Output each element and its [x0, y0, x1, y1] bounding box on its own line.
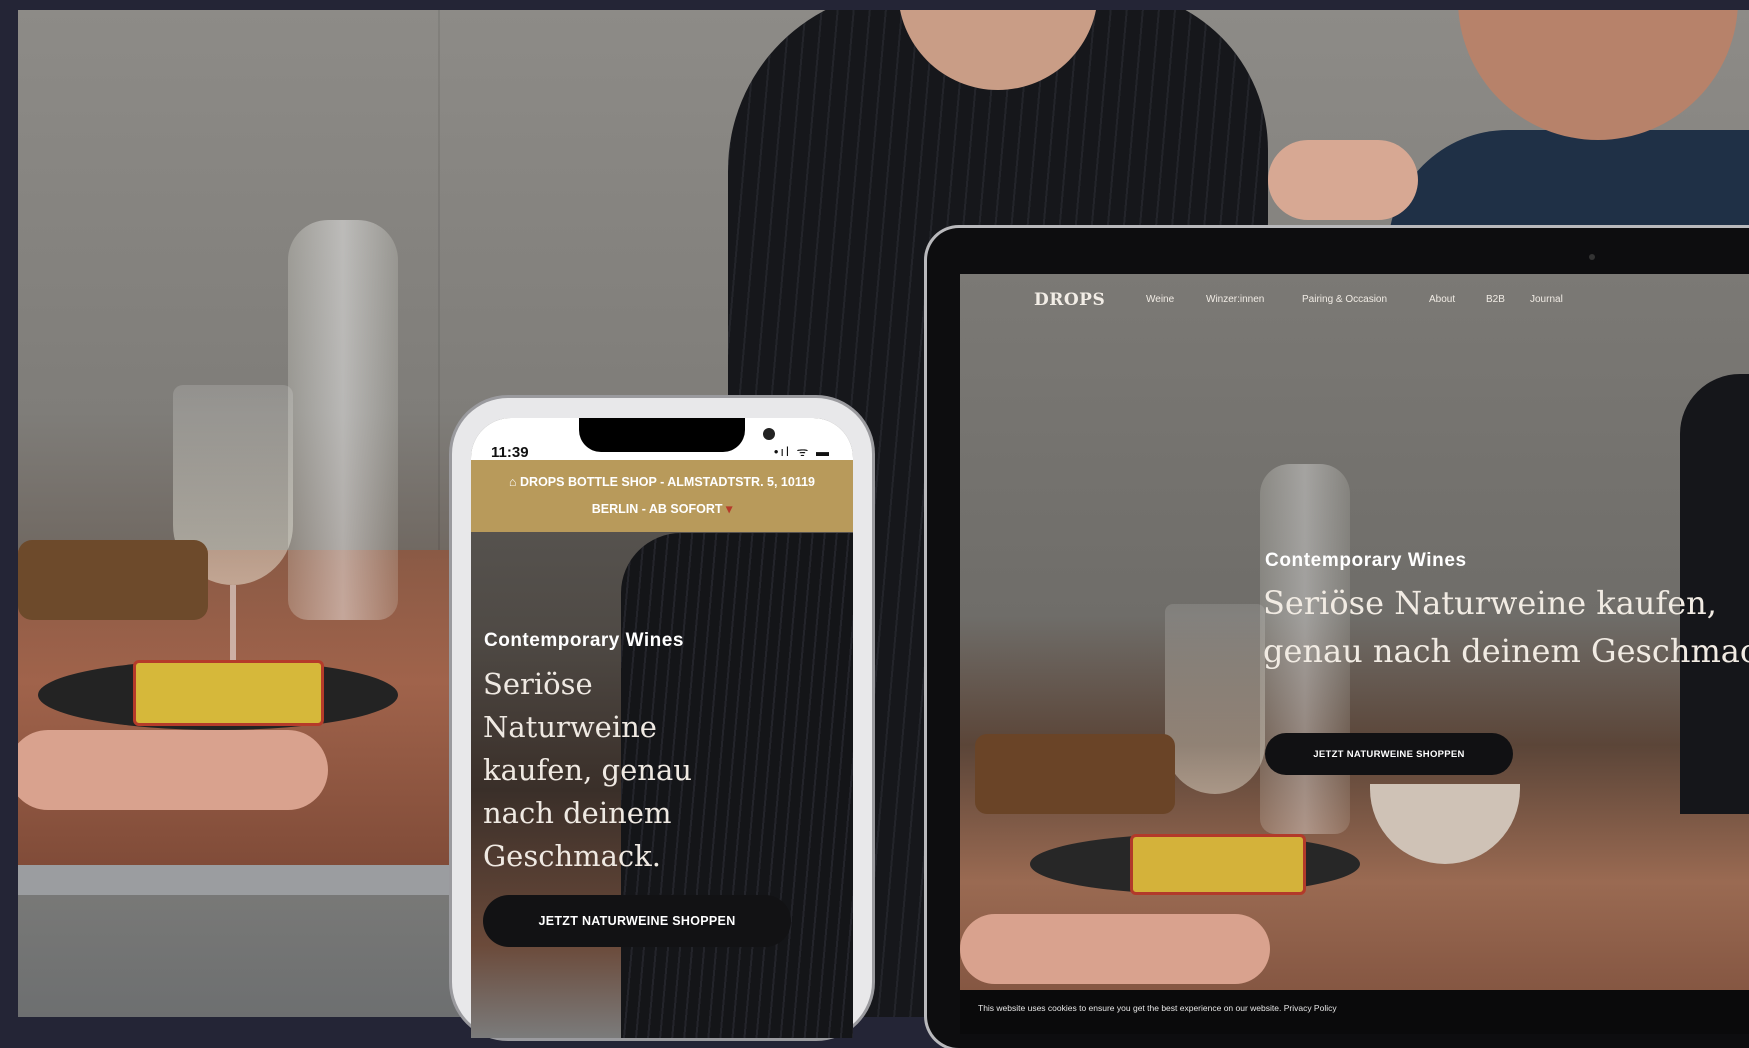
wine-bottle	[288, 220, 398, 620]
hero-eyebrow: Contemporary Wines	[484, 630, 684, 651]
nav-item-pairing[interactable]: Pairing & Occasion	[1302, 294, 1387, 305]
nav-item-winzerinnen[interactable]: Winzer:innen	[1206, 294, 1264, 305]
hero-eyebrow: Contemporary Wines	[1265, 550, 1467, 571]
phone-mockup: 11:39 •ıl ᯤ ▬ ⌂ DROPS BOTTLE SHOP - ALMS…	[452, 398, 872, 1038]
sardine-tin	[1130, 834, 1306, 895]
nav-item-weine[interactable]: Weine	[1146, 294, 1174, 305]
hand-on-shoulder	[1268, 140, 1418, 220]
phone-screen: 11:39 •ıl ᯤ ▬ ⌂ DROPS BOTTLE SHOP - ALMS…	[471, 418, 853, 1038]
olive-bowl	[1370, 784, 1520, 864]
wine-icon: ▾	[722, 502, 733, 516]
site-logo[interactable]: DROPS	[1034, 290, 1105, 310]
hand	[18, 730, 328, 810]
camera-icon	[763, 428, 775, 440]
shop-now-button[interactable]: JETZT NATURWEINE SHOPPEN	[483, 895, 791, 947]
hero-headline: Seriöse Naturweine kaufen, genau nach de…	[483, 667, 692, 873]
laptop-mockup: DROPS Weine Winzer:innen Pairing & Occas…	[927, 228, 1749, 1048]
bread	[18, 540, 208, 620]
banner-label: DROPS BOTTLE SHOP - ALMSTADTSTR. 5, 1011…	[520, 475, 815, 516]
hand	[960, 914, 1270, 984]
laptop-screen: DROPS Weine Winzer:innen Pairing & Occas…	[960, 274, 1749, 1034]
site-nav: DROPS Weine Winzer:innen Pairing & Occas…	[960, 274, 1749, 328]
signal-wifi-battery-icon: •ıl ᯤ ▬	[773, 444, 831, 459]
bread	[975, 734, 1175, 814]
nav-item-journal[interactable]: Journal	[1530, 294, 1563, 305]
nav-item-about[interactable]: About	[1429, 294, 1455, 305]
phone-notch	[579, 418, 775, 452]
wine-glass	[1165, 604, 1265, 794]
announcement-banner[interactable]: ⌂ DROPS BOTTLE SHOP - ALMSTADTSTR. 5, 10…	[471, 460, 853, 532]
sardine-tin	[133, 660, 324, 726]
person-right-face	[1458, 10, 1738, 140]
phone-time: 11:39	[491, 444, 529, 461]
cookie-banner: This website uses cookies to ensure you …	[960, 990, 1749, 1034]
announcement-banner-text: ⌂ DROPS BOTTLE SHOP - ALMSTADTSTR. 5, 10…	[492, 469, 832, 523]
shop-now-button[interactable]: JETZT NATURWEINE SHOPPEN	[1265, 733, 1513, 775]
shop-icon: ⌂	[509, 475, 521, 489]
wall-seam	[438, 10, 440, 570]
webcam-icon	[1589, 254, 1595, 260]
hero-headline: Seriöse Naturweine kaufen, genau nach de…	[1263, 584, 1749, 670]
nav-item-b2b[interactable]: B2B	[1486, 294, 1505, 305]
cookie-text: This website uses cookies to ensure you …	[978, 1003, 1337, 1013]
